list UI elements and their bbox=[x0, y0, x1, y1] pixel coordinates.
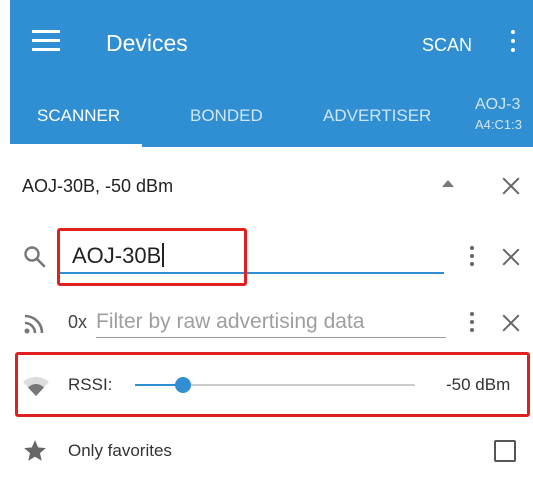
tab-device[interactable]: AOJ-3 bbox=[475, 96, 520, 114]
collapse-icon[interactable] bbox=[442, 180, 454, 187]
raw-filter-more-icon[interactable] bbox=[469, 312, 475, 334]
filter-summary[interactable]: AOJ-30B, -50 dBm bbox=[22, 176, 173, 197]
close-icon[interactable] bbox=[500, 175, 522, 197]
app-title: Devices bbox=[106, 30, 188, 56]
tab-scanner[interactable]: SCANNER bbox=[37, 106, 120, 126]
left-edge bbox=[0, 147, 10, 482]
tab-bonded[interactable]: BONDED bbox=[190, 106, 263, 126]
highlight-name-filter bbox=[57, 228, 247, 286]
only-favorites-label: Only favorites bbox=[68, 441, 172, 460]
tab-advertiser[interactable]: ADVERTISER bbox=[323, 106, 431, 126]
clear-raw-filter-icon[interactable] bbox=[500, 312, 522, 334]
hex-prefix: 0x bbox=[68, 312, 88, 332]
menu-icon[interactable] bbox=[32, 30, 60, 52]
tab-device-address: A4:C1:3 bbox=[475, 117, 522, 132]
raw-filter-underline bbox=[96, 337, 446, 338]
raw-data-filter-input[interactable]: Filter by raw advertising data bbox=[96, 310, 364, 334]
tab-bar: SCANNER BONDED ADVERTISER AOJ-3 A4:C1:3 bbox=[10, 90, 533, 147]
overflow-menu-icon[interactable] bbox=[508, 28, 518, 58]
app-bar: Devices SCAN bbox=[10, 0, 533, 90]
tab-indicator bbox=[10, 144, 142, 147]
only-favorites-checkbox[interactable] bbox=[494, 440, 516, 462]
star-icon bbox=[24, 440, 46, 461]
highlight-rssi-row bbox=[15, 352, 530, 417]
rss-icon bbox=[24, 314, 44, 334]
name-filter-more-icon[interactable] bbox=[469, 246, 475, 268]
clear-name-filter-icon[interactable] bbox=[500, 246, 522, 268]
search-icon bbox=[24, 246, 46, 268]
scan-button[interactable]: SCAN bbox=[422, 35, 472, 56]
